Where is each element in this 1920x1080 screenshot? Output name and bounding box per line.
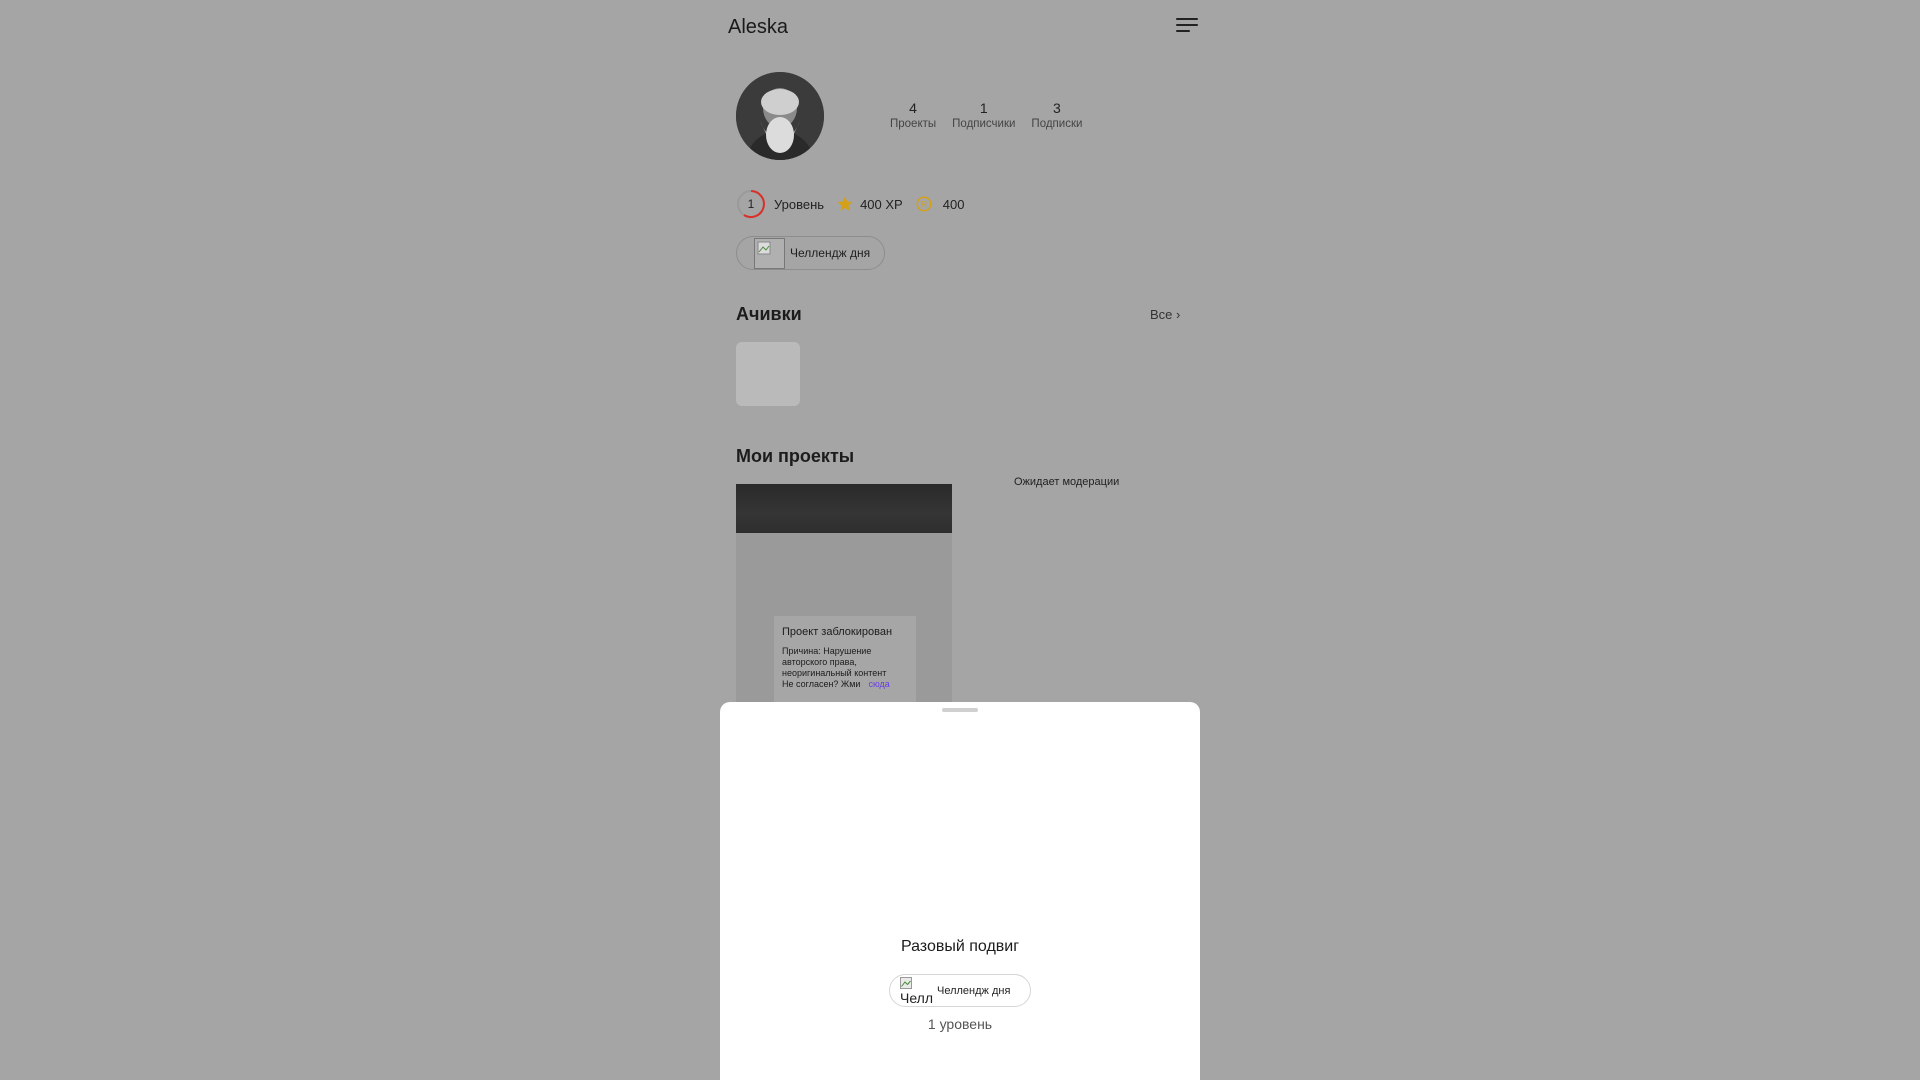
level-ring: 1 [736,189,766,219]
level-row: 1 Уровень 400 XP R 400 [736,188,964,220]
blocked-reason: Причина: Нарушение авторского права, нео… [782,646,908,690]
app-title: Aleska [728,16,789,38]
appeal-link[interactable]: сюда [868,679,889,689]
blocked-title: Проект заблокирован [782,626,893,638]
stat-followers-value: 1 [979,100,988,116]
menu-button[interactable] [1176,18,1198,34]
blocked-reason-line: неоригинальный контент [782,668,887,678]
challenge-chip[interactable]: Челлендж дня [736,236,885,270]
star-icon [837,196,853,211]
sheet-title: Разовый подвиг [900,938,1020,955]
menu-icon [1176,18,1198,20]
stat-followers-label: Подписчики [952,118,1016,130]
menu-icon-line [1176,30,1190,32]
top-bar: Aleska [720,0,1200,56]
project-cover-image [736,484,952,533]
achievements-title: Ачивки [736,304,802,324]
bottom-sheet: Разовый подвиг Челл Челлендж дня 1 урове… [720,702,1200,1080]
sheet-chip-alt-text: Челл [900,989,933,1005]
coin-icon: R [916,196,932,212]
stat-followers[interactable]: 1 Подписчики [952,100,1015,131]
appeal-line: Не согласен? Жми сюда [782,679,908,690]
stat-following-value: 3 [1053,100,1061,116]
level-label: Уровень [774,196,825,212]
stat-projects[interactable]: 4 Проекты [890,100,936,131]
profile-stats: 4 Проекты 1 Подписчики 3 Подписки [890,100,1098,131]
blocked-notice: Проект заблокирован Причина: Нарушение а… [774,616,916,704]
broken-image-icon [754,237,785,269]
projects-title: Мои проекты [736,446,855,466]
blocked-reason-line: авторского права, [782,657,857,667]
xp-value: 400 XP [860,196,903,212]
appeal-text: Не согласен? Жми [782,679,861,689]
stat-projects-label: Проекты [890,118,937,130]
blocked-reason-line: Причина: Нарушение [782,646,872,656]
project-card[interactable]: Проект заблокирован Причина: Нарушение а… [736,484,952,704]
coins-value: 400 [942,196,965,212]
stat-following[interactable]: 3 Подписки [1031,100,1082,131]
menu-icon-line [1176,24,1198,26]
level-number: 1 [747,197,755,211]
sheet-chip-label: Челлендж дня [937,984,1011,997]
avatar-image [736,72,824,160]
challenge-chip-label: Челлендж дня [790,246,871,260]
avatar[interactable] [736,72,824,160]
svg-text:R: R [921,200,927,209]
sheet-level-text: 1 уровень [927,1016,993,1032]
achievements-all-link[interactable]: Все › [1150,307,1180,322]
stat-following-label: Подписки [1031,118,1083,130]
moderation-label: Ожидает модерации [1014,476,1120,488]
broken-image-icon: Челл [900,976,933,1005]
sheet-challenge-chip[interactable]: Челл Челлендж дня [889,974,1031,1007]
achievement-tile[interactable] [736,342,800,406]
stat-projects-value: 4 [909,100,917,116]
sheet-drag-handle[interactable] [942,708,978,712]
